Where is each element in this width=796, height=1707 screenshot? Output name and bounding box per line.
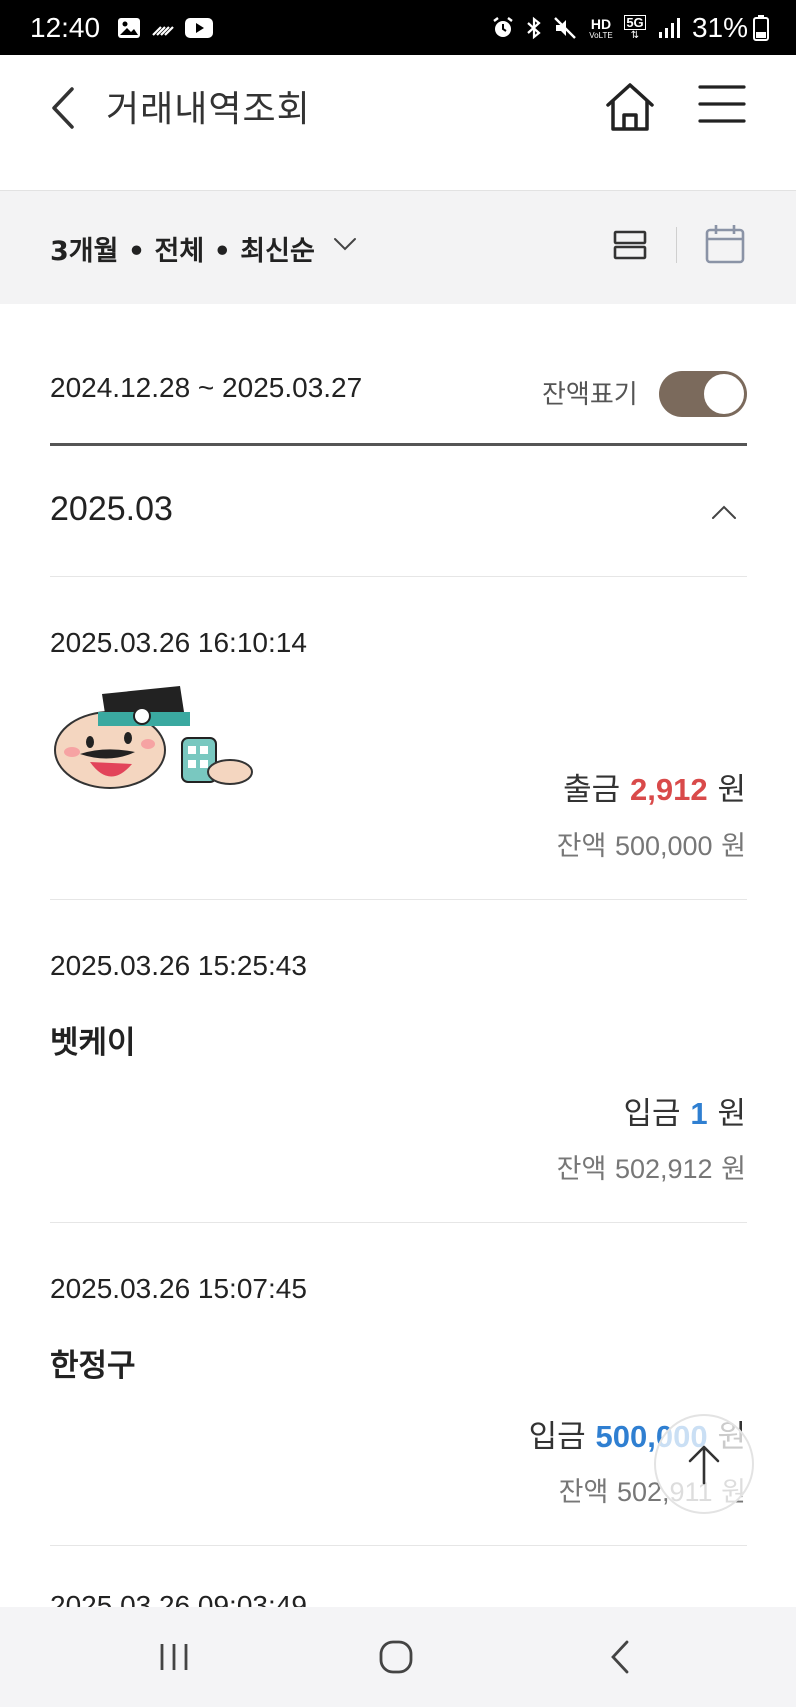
date-range: 2024.12.28 ~ 2025.03.27 (50, 372, 363, 403)
balance-unit: 원 (721, 831, 746, 862)
recent-apps-button[interactable] (154, 1637, 194, 1677)
status-bar: 12:40 HD VoLTE 5G ⇅ 31% (0, 0, 796, 55)
toolbar-divider (676, 227, 677, 263)
alarm-icon (490, 15, 516, 41)
month-header[interactable]: 2025.03 (50, 490, 173, 529)
transaction-name: 벳케이 (50, 1025, 136, 1061)
balance-toggle-label: 잔액표기 (542, 380, 638, 410)
balance-label: 잔액 (556, 1154, 607, 1185)
chevron-left-icon (52, 87, 74, 129)
balance-value: 502,912 (614, 1154, 713, 1184)
character-sticker (50, 672, 260, 802)
system-nav-bar (0, 1607, 796, 1707)
transaction-time: 2025.03.26 15:25:43 (50, 950, 307, 981)
transaction-time: 2025.03.26 15:07:45 (50, 1273, 307, 1304)
balance-toggle[interactable] (659, 371, 747, 417)
gallery-icon (116, 15, 142, 41)
fiveg-label: 5G (624, 15, 646, 30)
transaction-balance: 잔액 500,000 원 (557, 824, 746, 863)
hd-voice-icon: HD VoLTE (589, 15, 613, 40)
balance-label: 잔액 (558, 1477, 609, 1508)
hd-label: HD (590, 15, 612, 32)
bluetooth-icon (522, 15, 546, 41)
amount-unit: 원 (717, 772, 746, 808)
app-header: 거래내역조회 (0, 55, 796, 190)
transaction-type: 출금 (563, 772, 621, 808)
page-title: 거래내역조회 (106, 89, 311, 130)
transaction-amount: 출금 2,912 원 (563, 764, 746, 809)
withdrawal-amount: 2,912 (630, 772, 708, 807)
month-divider (50, 576, 747, 577)
chevron-down-icon[interactable] (332, 231, 358, 257)
chevron-up-icon[interactable] (710, 498, 738, 526)
recents-icon (160, 1644, 188, 1670)
scroll-top-button[interactable] (654, 1414, 754, 1514)
deposit-amount: 1 (690, 1096, 708, 1131)
transaction-type: 입금 (528, 1419, 586, 1455)
home-button[interactable] (602, 79, 658, 135)
transaction-divider (50, 1545, 747, 1546)
transaction-type: 입금 (623, 1096, 681, 1132)
status-time: 12:40 (30, 12, 101, 43)
transaction-amount: 입금 1 원 (623, 1088, 746, 1133)
back-nav-button[interactable] (600, 1637, 640, 1677)
battery-icon (752, 15, 770, 41)
balance-label: 잔액 (556, 831, 607, 862)
menu-button[interactable] (698, 83, 746, 125)
balance-value: 500,000 (614, 831, 713, 861)
home-icon (606, 83, 654, 131)
mute-icon (552, 15, 578, 41)
arrow-up-icon (688, 1445, 720, 1485)
filter-bar: 3개월 • 전체 • 최신순 (0, 190, 796, 304)
list-view-icon[interactable] (612, 227, 648, 263)
filter-summary[interactable]: 3개월 • 전체 • 최신순 (50, 229, 315, 268)
hamburger-icon (698, 85, 746, 123)
transaction-divider (50, 899, 747, 900)
balance-unit: 원 (721, 1154, 746, 1185)
5g-icon: 5G ⇅ (624, 15, 646, 41)
transaction-time: 2025.03.26 16:10:14 (50, 627, 307, 658)
transaction-balance: 잔액 502,912 원 (557, 1147, 746, 1186)
amount-unit: 원 (717, 1096, 746, 1132)
youtube-icon (184, 15, 214, 41)
back-chevron-icon (611, 1640, 629, 1674)
section-divider (50, 443, 747, 446)
battery-percent: 31% (691, 12, 748, 43)
home-circle-icon (379, 1640, 413, 1674)
missed-call-icon (150, 15, 176, 41)
back-button[interactable] (44, 83, 84, 133)
transaction-divider (50, 1222, 747, 1223)
toggle-knob (702, 372, 746, 416)
transaction-name: 한정구 (50, 1348, 136, 1384)
signal-icon (656, 15, 682, 41)
calendar-icon[interactable] (704, 223, 746, 265)
home-nav-button[interactable] (376, 1637, 416, 1677)
